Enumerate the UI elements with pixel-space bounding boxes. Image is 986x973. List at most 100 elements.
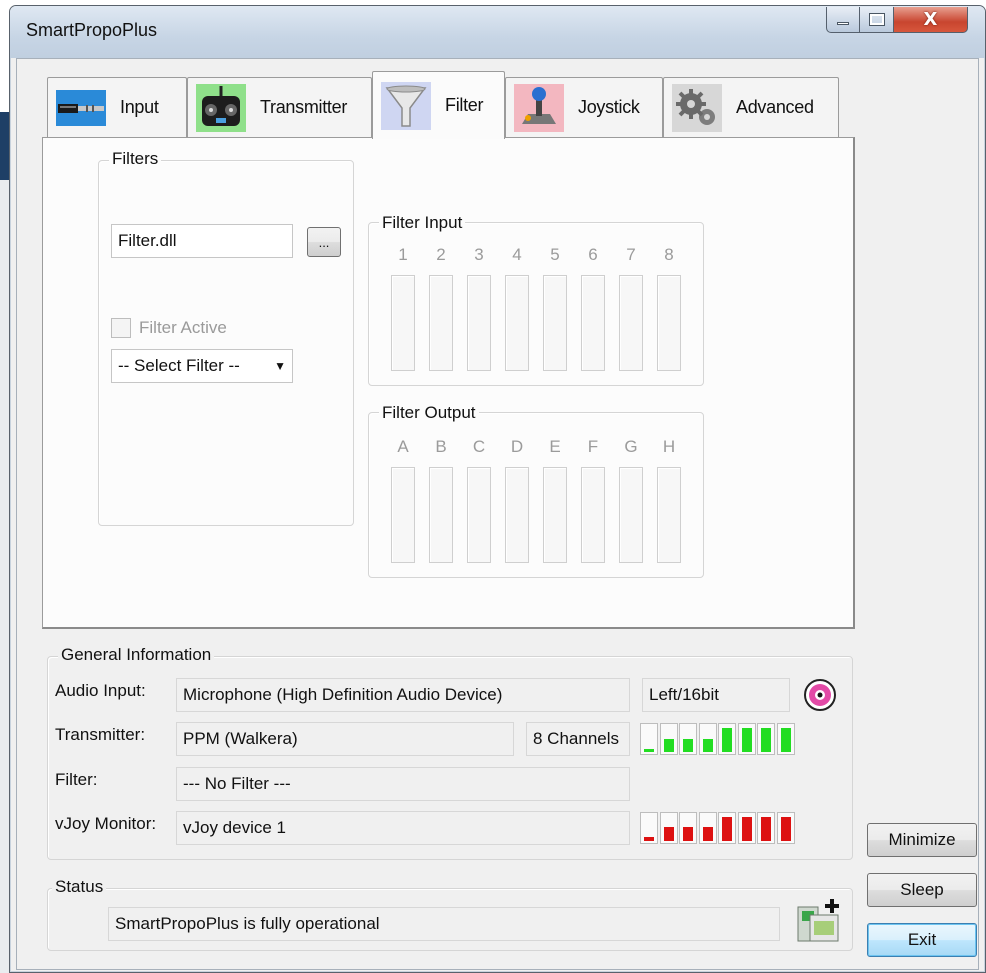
audio-jack-icon bbox=[804, 679, 836, 716]
channel-bar bbox=[467, 275, 491, 371]
exit-button[interactable]: Exit bbox=[867, 923, 977, 957]
channel-bar bbox=[619, 467, 643, 563]
chevron-down-icon: ▼ bbox=[274, 359, 286, 373]
filter-dll-field[interactable]: Filter.dll bbox=[111, 224, 293, 258]
tab-label: Transmitter bbox=[260, 97, 348, 117]
channel-bar bbox=[467, 467, 491, 563]
filters-group: Filters Filter.dll ... Filter Active -- … bbox=[98, 149, 354, 526]
select-filter-value: -- Select Filter -- bbox=[118, 356, 240, 375]
filter-info-label: Filter: bbox=[55, 770, 98, 789]
transmitter-channel-meter-fill bbox=[722, 728, 732, 752]
select-filter-dropdown[interactable]: -- Select Filter -- ▼ bbox=[111, 349, 293, 383]
filter-info-field: --- No Filter --- bbox=[176, 767, 630, 801]
vjoy-monitor-field: vJoy device 1 bbox=[176, 811, 630, 845]
audio-input-field: Microphone (High Definition Audio Device… bbox=[176, 678, 630, 712]
filter-tab-panel: Filters Filter.dll ... Filter Active -- … bbox=[42, 137, 855, 629]
transmitter-channel-meter bbox=[776, 723, 795, 755]
tab-label: Input bbox=[120, 97, 159, 117]
transmitter-channel-meter-fill bbox=[780, 728, 791, 752]
vjoy-channel-meter bbox=[718, 812, 736, 844]
transmitter-field: PPM (Walkera) bbox=[176, 722, 514, 756]
transmitter-channel-meter bbox=[757, 723, 775, 755]
tab-input[interactable]: Input bbox=[47, 77, 187, 137]
channel-label: H bbox=[662, 437, 676, 456]
channel-bar bbox=[429, 275, 453, 371]
general-information-group: General Information Audio Input: Microph… bbox=[47, 645, 853, 860]
transmitter-channel-meter-fill bbox=[761, 728, 771, 752]
tab-label: Advanced bbox=[736, 97, 814, 117]
channel-label: 1 bbox=[398, 245, 408, 264]
sleep-button[interactable]: Sleep bbox=[867, 873, 977, 907]
filter-input-bars bbox=[391, 275, 681, 371]
vjoy-channel-meter bbox=[659, 812, 678, 844]
channel-label: 2 bbox=[436, 245, 446, 264]
title-bar[interactable]: SmartPropoPlus X bbox=[10, 6, 985, 58]
vjoy-channel-meter-fill bbox=[761, 817, 771, 841]
channel-label: C bbox=[472, 437, 486, 456]
vjoy-channel-meter bbox=[640, 812, 658, 844]
channel-bar bbox=[657, 467, 681, 563]
channel-bar bbox=[543, 275, 567, 371]
transmitter-channel-meter bbox=[718, 723, 736, 755]
channel-bar bbox=[581, 467, 605, 563]
channel-label: 6 bbox=[588, 245, 598, 264]
filters-group-label: Filters bbox=[109, 149, 162, 169]
channel-label: E bbox=[549, 437, 561, 456]
tab-label: Joystick bbox=[578, 97, 640, 117]
vjoy-channel-meter bbox=[698, 812, 717, 844]
channel-bar bbox=[619, 275, 643, 371]
vjoy-channel-meter-fill bbox=[722, 817, 732, 841]
general-information-label: General Information bbox=[58, 645, 215, 665]
tab-transmitter[interactable]: Transmitter bbox=[187, 77, 372, 137]
channel-bar bbox=[391, 467, 415, 563]
channel-label: 8 bbox=[664, 245, 674, 264]
audio-plug-icon bbox=[56, 84, 106, 132]
filter-input-label: Filter Input bbox=[379, 213, 466, 233]
vjoy-channel-meter-fill bbox=[683, 827, 693, 841]
checkbox-box[interactable] bbox=[111, 318, 131, 338]
tab-advanced[interactable]: Advanced bbox=[663, 77, 839, 137]
filter-output-channel-labels: A B C D E F G H bbox=[391, 437, 681, 457]
gears-icon bbox=[672, 83, 722, 132]
channel-label: D bbox=[510, 437, 524, 456]
vjoy-channel-meters bbox=[640, 812, 795, 844]
transmitter-channel-meter bbox=[640, 723, 658, 755]
vjoy-channel-meter-fill bbox=[741, 817, 752, 841]
transmitter-channel-meter-fill bbox=[663, 739, 674, 752]
channel-bar bbox=[581, 275, 605, 371]
transmitter-channel-meter bbox=[659, 723, 678, 755]
channel-label: A bbox=[397, 437, 409, 456]
transmitter-channel-meters bbox=[640, 723, 795, 755]
filter-output-group: Filter Output A B C D E F G H bbox=[368, 403, 704, 578]
close-window-button[interactable]: X bbox=[894, 7, 968, 33]
filter-active-checkbox[interactable]: Filter Active bbox=[111, 318, 227, 338]
channel-bar bbox=[657, 275, 681, 371]
channel-label: G bbox=[624, 437, 638, 456]
client-area: Input Transmitter Filter Joystick Advanc… bbox=[16, 58, 979, 970]
tab-filter[interactable]: Filter bbox=[372, 71, 505, 139]
maximize-window-button[interactable] bbox=[860, 7, 894, 33]
audio-format-field: Left/16bit bbox=[642, 678, 790, 712]
status-label: Status bbox=[52, 877, 107, 897]
transmitter-channel-meter-fill bbox=[741, 728, 752, 752]
transmitter-channel-meter-fill bbox=[644, 749, 654, 752]
vjoy-channel-meter bbox=[679, 812, 697, 844]
tab-joystick[interactable]: Joystick bbox=[505, 77, 663, 137]
minimize-button[interactable]: Minimize bbox=[867, 823, 977, 857]
minimize-icon bbox=[837, 22, 849, 25]
funnel-icon bbox=[381, 81, 431, 130]
filter-input-channel-labels: 1 2 3 4 5 6 7 8 bbox=[391, 245, 681, 265]
browse-filter-button[interactable]: ... bbox=[307, 227, 341, 257]
channel-label: 5 bbox=[550, 245, 560, 264]
maximize-icon bbox=[868, 13, 885, 26]
status-field: SmartPropoPlus is fully operational bbox=[108, 907, 780, 941]
transmitter-channel-meter bbox=[737, 723, 756, 755]
channel-label: 4 bbox=[512, 245, 522, 264]
channel-label: F bbox=[587, 437, 599, 456]
joystick-icon bbox=[514, 83, 564, 132]
minimize-window-button[interactable] bbox=[826, 7, 860, 33]
filter-output-bars bbox=[391, 467, 681, 563]
transmitter-channel-meter-fill bbox=[683, 739, 693, 752]
channel-label: B bbox=[435, 437, 447, 456]
channel-bar bbox=[429, 467, 453, 563]
